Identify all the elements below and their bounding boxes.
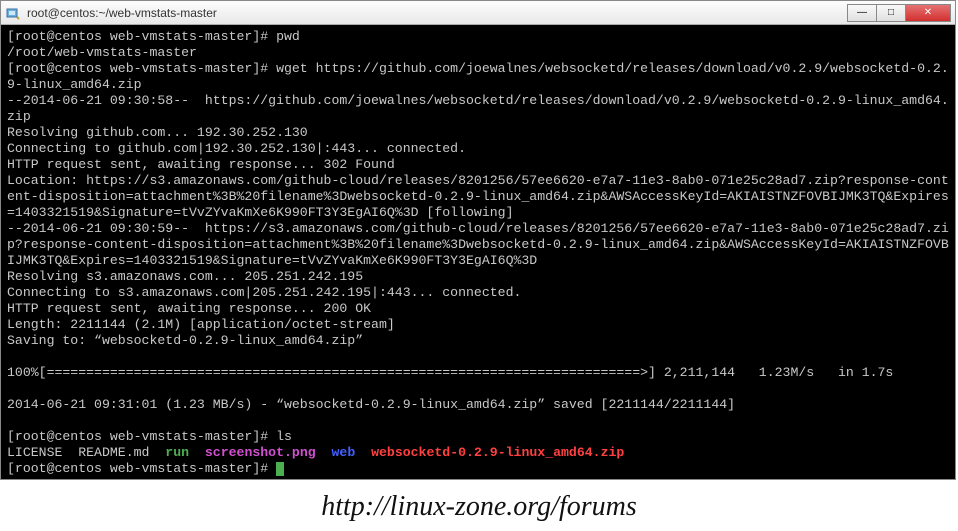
- maximize-button[interactable]: □: [876, 4, 906, 22]
- terminal-window: root@centos:~/web-vmstats-master — □ ✕ […: [0, 0, 956, 480]
- terminal-line: 2014-06-21 09:31:01 (1.23 MB/s) - “webso…: [7, 397, 735, 412]
- terminal-line: Resolving github.com... 192.30.252.130: [7, 125, 308, 140]
- window-controls: — □ ✕: [848, 4, 951, 22]
- terminal-line: [root@centos web-vmstats-master]# pwd: [7, 29, 300, 44]
- ls-file-readme: README.md: [78, 445, 149, 460]
- terminal-line: Connecting to s3.amazonaws.com|205.251.2…: [7, 285, 521, 300]
- terminal-prompt: [root@centos web-vmstats-master]#: [7, 461, 276, 476]
- terminal-line: Connecting to github.com|192.30.252.130|…: [7, 141, 466, 156]
- putty-icon: [5, 5, 21, 21]
- terminal-line: Length: 2211144 (2.1M) [application/octe…: [7, 317, 395, 332]
- terminal-line: HTTP request sent, awaiting response... …: [7, 157, 395, 172]
- window-title: root@centos:~/web-vmstats-master: [25, 6, 844, 20]
- terminal-line: --2014-06-21 09:30:59-- https://s3.amazo…: [7, 221, 949, 268]
- terminal-line: Saving to: “websocketd-0.2.9-linux_amd64…: [7, 333, 363, 348]
- titlebar[interactable]: root@centos:~/web-vmstats-master — □ ✕: [1, 1, 955, 25]
- terminal-body[interactable]: [root@centos web-vmstats-master]# pwd /r…: [1, 25, 955, 479]
- terminal-line: [root@centos web-vmstats-master]# wget h…: [7, 61, 949, 92]
- terminal-line: --2014-06-21 09:30:58-- https://github.c…: [7, 93, 949, 124]
- terminal-line: HTTP request sent, awaiting response... …: [7, 301, 371, 316]
- close-button[interactable]: ✕: [905, 4, 951, 22]
- ls-dir-web: web: [332, 445, 356, 460]
- cursor-icon: [276, 462, 284, 476]
- terminal-line: 100%[===================================…: [7, 365, 893, 380]
- ls-file-run: run: [165, 445, 189, 460]
- watermark-text: http://linux-zone.org/forums: [0, 491, 958, 523]
- ls-file-screenshot: screenshot.png: [205, 445, 316, 460]
- minimize-button[interactable]: —: [847, 4, 877, 22]
- terminal-line: Location: https://s3.amazonaws.com/githu…: [7, 173, 949, 220]
- terminal-line: Resolving s3.amazonaws.com... 205.251.24…: [7, 269, 363, 284]
- ls-file-license: LICENSE: [7, 445, 62, 460]
- terminal-line: [root@centos web-vmstats-master]# ls: [7, 429, 292, 444]
- terminal-line: /root/web-vmstats-master: [7, 45, 197, 60]
- ls-file-zip: websocketd-0.2.9-linux_amd64.zip: [371, 445, 624, 460]
